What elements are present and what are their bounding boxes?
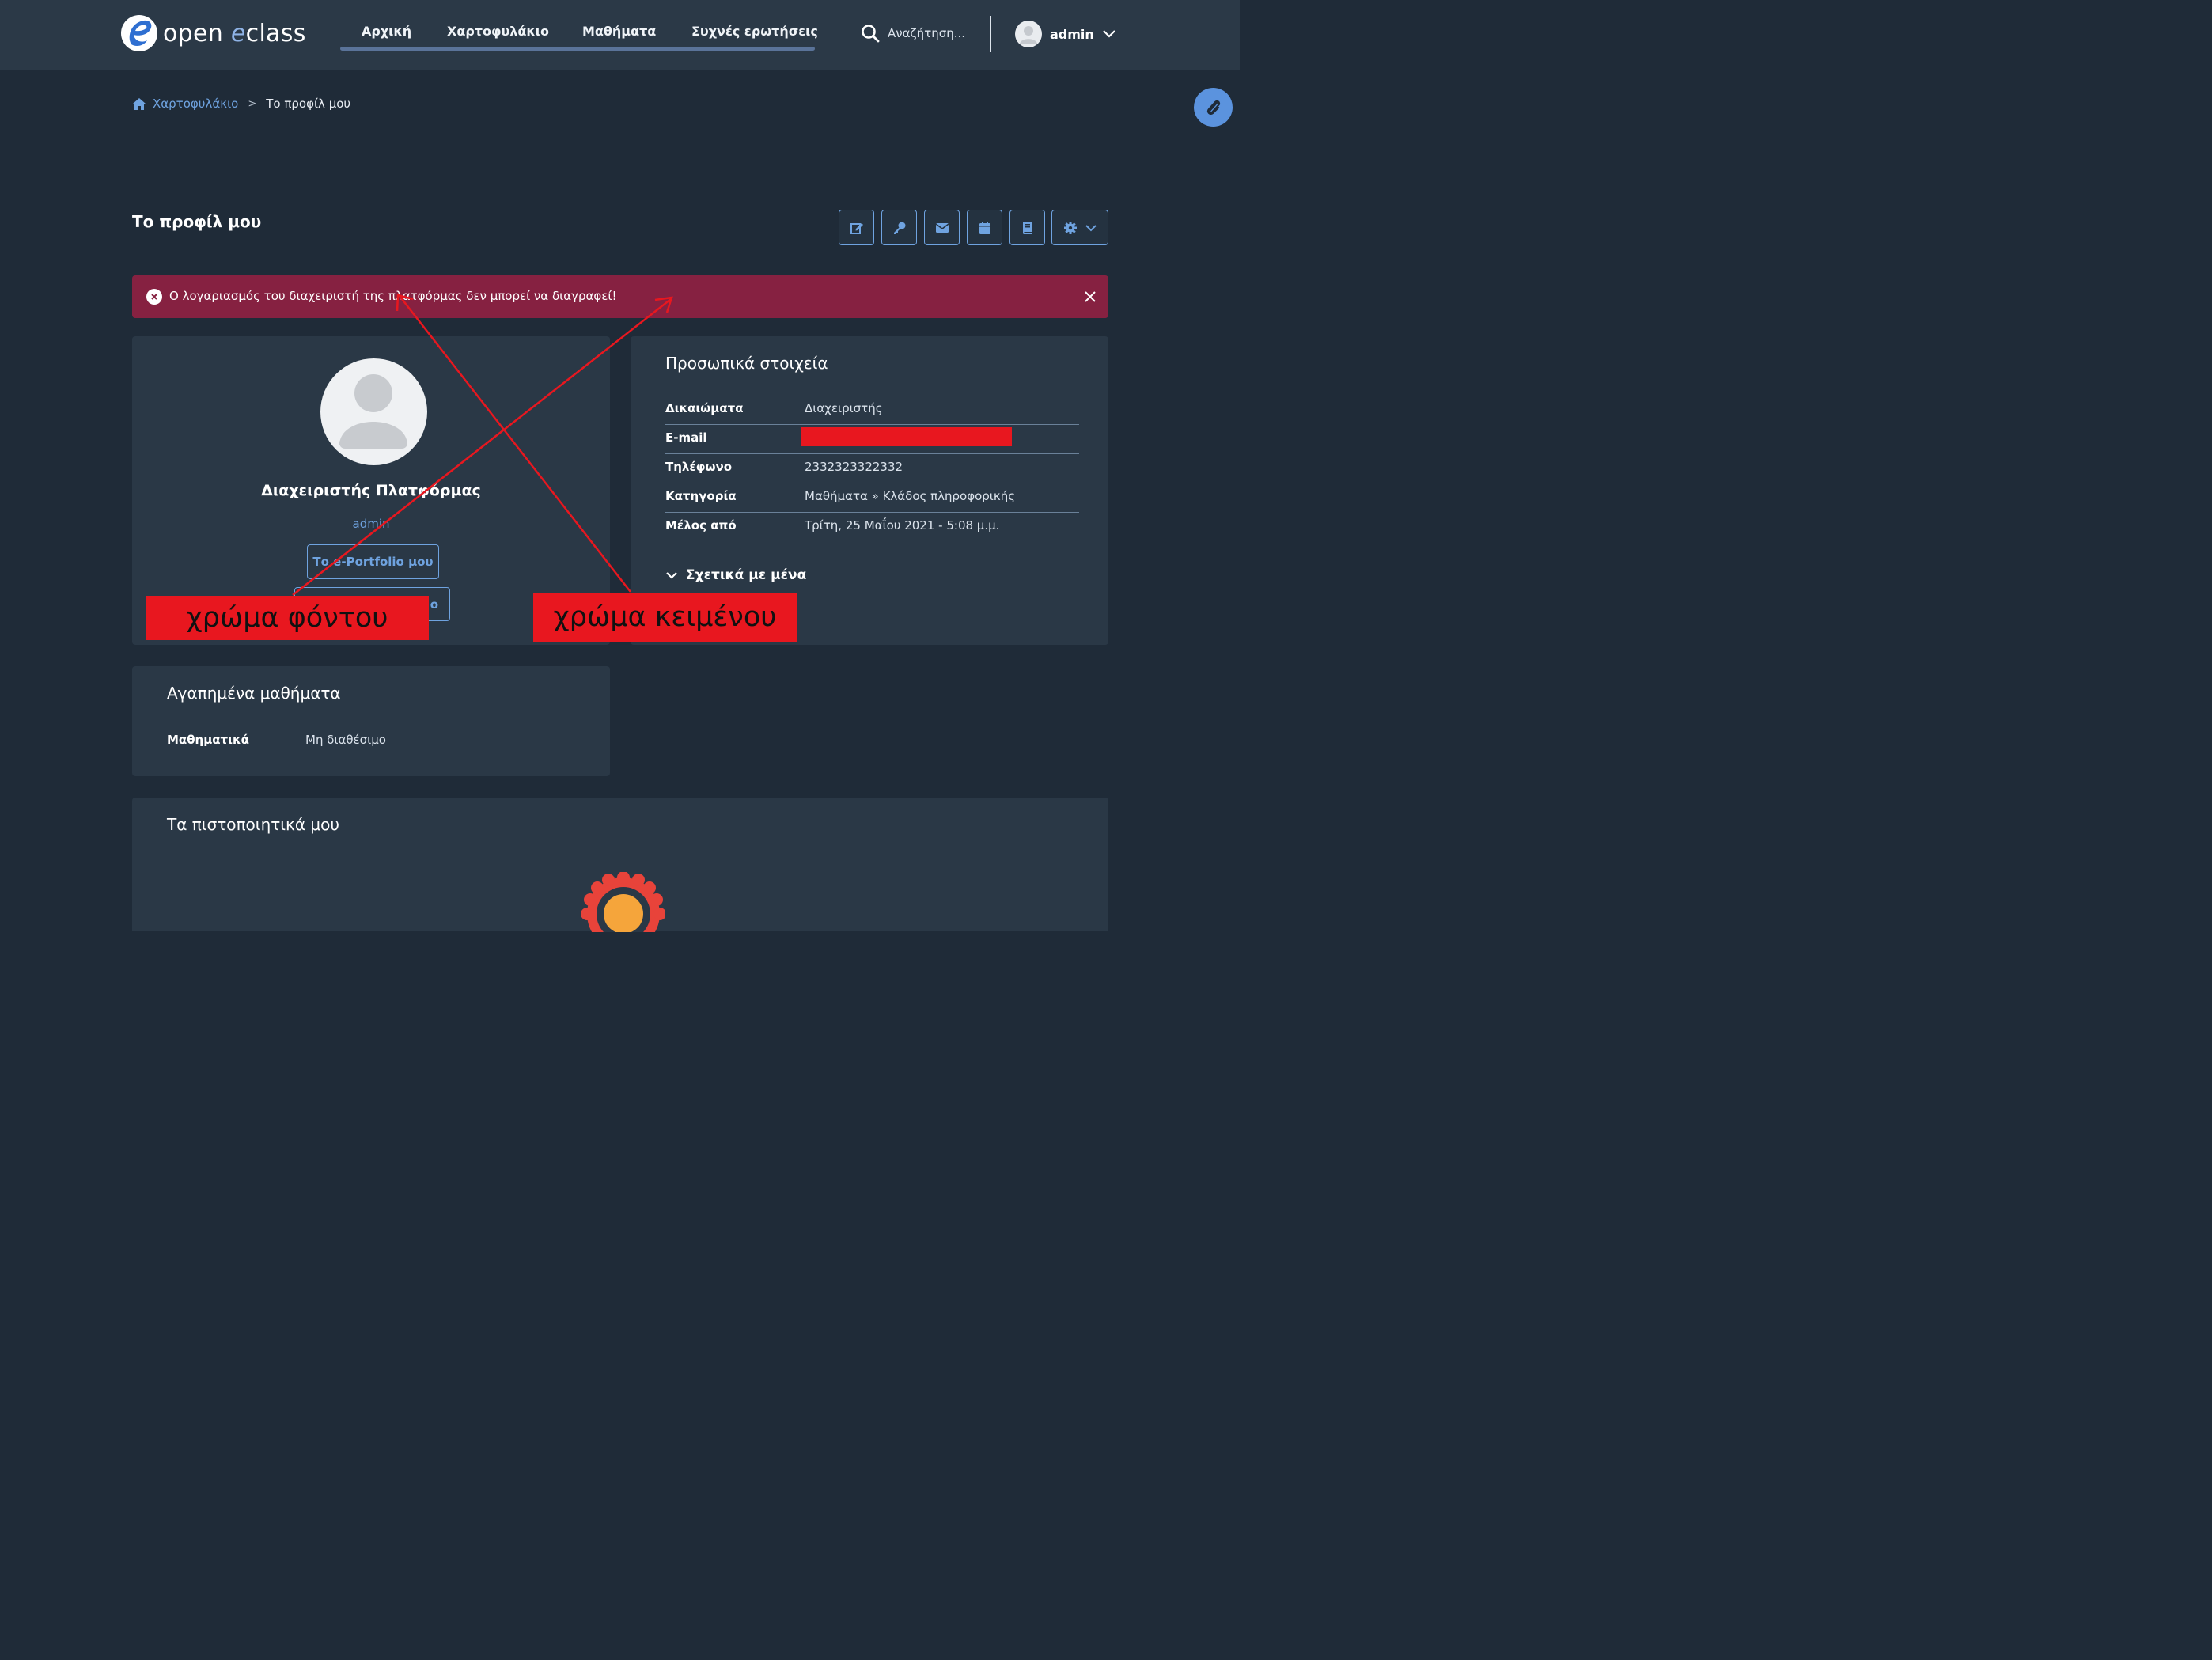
change-password-button[interactable] bbox=[881, 210, 917, 245]
calendar-button[interactable] bbox=[967, 210, 1002, 245]
error-alert: Ο λογαριασμός του διαχειριστή της πλατφό… bbox=[132, 275, 1108, 318]
user-name: admin bbox=[1050, 26, 1094, 42]
avatar bbox=[1015, 21, 1042, 47]
book-icon bbox=[1022, 221, 1032, 234]
settings-dropdown-button[interactable] bbox=[1051, 210, 1108, 245]
eclass-logo-icon bbox=[121, 15, 157, 51]
personal-info-title: Προσωπικά στοιχεία bbox=[665, 354, 828, 373]
alert-message: Ο λογαριασμός του διαχειριστή της πλατφό… bbox=[169, 289, 617, 303]
info-row-member-since: Μέλος από Τρίτη, 25 Μαΐου 2021 - 5:08 μ.… bbox=[665, 512, 1079, 541]
info-value: 2332323322332 bbox=[805, 460, 903, 474]
profile-avatar bbox=[320, 358, 427, 465]
info-row-email: E-mail bbox=[665, 424, 1079, 454]
about-me-label: Σχετικά με μένα bbox=[686, 567, 807, 583]
certificates-card: Τα πιστοποιητικά μου bbox=[132, 798, 1108, 932]
eportfolio-button[interactable]: Το e-Portfolio μου bbox=[307, 544, 439, 579]
top-navbar: open eclass Αρχική Χαρτοφυλάκιο Μαθήματα… bbox=[0, 0, 1240, 70]
search-box[interactable]: Αναζήτηση... bbox=[861, 24, 965, 43]
breadcrumb: Χαρτοφυλάκιο > Το προφίλ μου bbox=[132, 97, 350, 111]
nav-item-portfolio[interactable]: Χαρτοφυλάκιο bbox=[447, 24, 549, 39]
main-nav: Αρχική Χαρτοφυλάκιο Μαθήματα Συχνές ερωτ… bbox=[340, 21, 818, 52]
favorite-course-name: Μαθηματικά bbox=[167, 733, 249, 747]
chevron-down-icon bbox=[1103, 30, 1115, 38]
annotation-text-color: χρώμα κειμένου bbox=[533, 593, 797, 642]
info-row-role: Δικαιώματα Διαχειριστής bbox=[665, 395, 1079, 425]
profile-full-name: Διαχειριστής Πλατφόρμας bbox=[261, 482, 481, 499]
page-title: Το προφίλ μου bbox=[132, 212, 262, 231]
profile-username: admin bbox=[352, 517, 390, 531]
favorite-courses-card: Αγαπημένα μαθήματα Μαθηματικά Μη διαθέσι… bbox=[132, 666, 610, 776]
home-icon[interactable] bbox=[132, 97, 146, 111]
edit-icon bbox=[850, 222, 863, 234]
brand-name: open eclass bbox=[163, 19, 306, 47]
info-value: Διαχειριστής bbox=[805, 401, 883, 415]
email-button[interactable] bbox=[924, 210, 960, 245]
info-label: Μέλος από bbox=[665, 518, 737, 532]
breadcrumb-separator-icon: > bbox=[248, 97, 257, 110]
breadcrumb-current: Το προφίλ μου bbox=[266, 97, 351, 111]
close-icon[interactable] bbox=[1083, 290, 1097, 304]
favorite-courses-title: Αγαπημένα μαθήματα bbox=[167, 684, 341, 703]
info-row-category: Κατηγορία Μαθήματα » Κλάδος πληροφορικής bbox=[665, 483, 1079, 513]
favorite-course-status: Μη διαθέσιμο bbox=[305, 733, 386, 747]
certificates-title: Τα πιστοποιητικά μου bbox=[167, 815, 339, 834]
book-button[interactable] bbox=[1009, 210, 1045, 245]
annotation-background-color: χρώμα φόντου bbox=[146, 596, 429, 640]
attachment-button[interactable] bbox=[1194, 88, 1233, 127]
nav-item-courses[interactable]: Μαθήματα bbox=[582, 24, 656, 39]
certificate-badge-icon bbox=[581, 872, 665, 932]
user-menu[interactable]: admin bbox=[1015, 21, 1116, 47]
chevron-down-icon bbox=[1085, 224, 1097, 231]
gear-icon bbox=[1064, 221, 1077, 234]
chevron-down-icon bbox=[666, 572, 677, 579]
nav-item-home[interactable]: Αρχική bbox=[362, 24, 411, 39]
header-divider bbox=[990, 16, 991, 52]
redacted-email bbox=[801, 427, 1012, 446]
breadcrumb-portfolio-link[interactable]: Χαρτοφυλάκιο bbox=[153, 97, 238, 111]
edit-profile-button[interactable] bbox=[839, 210, 874, 245]
about-me-toggle[interactable]: Σχετικά με μένα bbox=[665, 567, 806, 583]
info-row-phone: Τηλέφωνο 2332323322332 bbox=[665, 453, 1079, 483]
error-circle-icon bbox=[146, 289, 162, 305]
info-value: Τρίτη, 25 Μαΐου 2021 - 5:08 μ.μ. bbox=[805, 518, 1000, 532]
calendar-icon bbox=[979, 221, 990, 234]
key-icon bbox=[893, 222, 905, 234]
envelope-icon bbox=[935, 222, 949, 233]
info-label: Τηλέφωνο bbox=[665, 460, 733, 474]
info-value: Μαθήματα » Κλάδος πληροφορικής bbox=[805, 489, 1016, 503]
paperclip-icon bbox=[1206, 100, 1220, 115]
openeclass-logo[interactable]: open eclass bbox=[120, 14, 306, 52]
info-label: Δικαιώματα bbox=[665, 401, 744, 415]
nav-item-faq[interactable]: Συχνές ερωτήσεις bbox=[691, 24, 818, 39]
search-icon bbox=[862, 25, 880, 43]
search-input[interactable]: Αναζήτηση... bbox=[888, 26, 965, 40]
nav-underline bbox=[340, 47, 815, 51]
info-label: Κατηγορία bbox=[665, 489, 737, 503]
info-label: E-mail bbox=[665, 430, 707, 445]
